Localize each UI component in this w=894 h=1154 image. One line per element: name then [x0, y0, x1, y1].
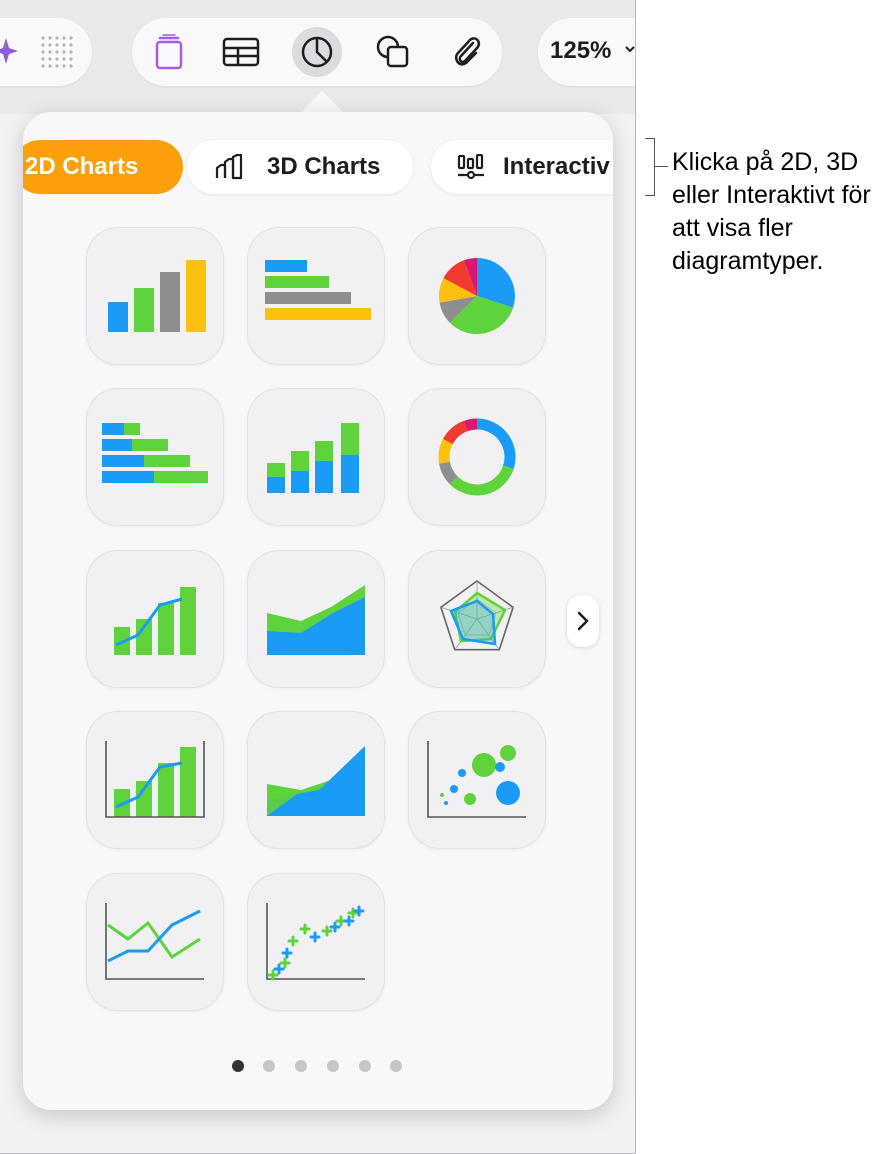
shapes-icon[interactable]: [368, 27, 418, 77]
bar-chart-tile[interactable]: [247, 227, 385, 365]
tab-3d-charts[interactable]: 3D Charts: [187, 140, 413, 194]
page-dot-5[interactable]: [359, 1060, 371, 1072]
dot-grid-icon[interactable]: [32, 27, 82, 77]
popover-arrow: [300, 91, 344, 113]
donut-chart-tile[interactable]: [408, 388, 546, 526]
left-toolbar-group: [0, 18, 92, 86]
stacked-bar-chart-tile[interactable]: [86, 388, 224, 526]
donut-chart-icon: [438, 418, 516, 496]
next-page-button[interactable]: [567, 595, 599, 647]
stacked-column-chart-icon: [267, 423, 359, 493]
page-dot-3[interactable]: [295, 1060, 307, 1072]
mixed-chart-icon: [114, 587, 196, 655]
zoom-value: 125%: [550, 37, 612, 64]
scatter-chart-tile[interactable]: [247, 873, 385, 1011]
interactive-slider-icon: [457, 154, 485, 180]
bubble-chart-tile[interactable]: [408, 711, 546, 849]
page-dot-4[interactable]: [327, 1060, 339, 1072]
table-icon[interactable]: [216, 27, 266, 77]
area-chart-tile[interactable]: [247, 550, 385, 688]
mixed-chart-tile[interactable]: [86, 550, 224, 688]
stacked-bar-chart-icon: [102, 423, 208, 483]
column-chart-icon: [108, 260, 206, 332]
tab-interactive-label: Interactiv: [503, 153, 610, 180]
column-chart-tile[interactable]: [86, 227, 224, 365]
stacked-area-chart-tile[interactable]: [247, 711, 385, 849]
chart-popover: 2D Charts 3D Charts Interactiv: [23, 112, 613, 1110]
tab-interactive[interactable]: Interactiv: [431, 140, 613, 194]
page-dot-2[interactable]: [263, 1060, 275, 1072]
page-dot-1[interactable]: [232, 1060, 244, 1072]
pie-chart-icon: [439, 258, 515, 335]
3d-bar-chart-icon: [215, 154, 243, 180]
stacked-area-chart-icon: [267, 746, 365, 816]
line-chart-icon: [105, 903, 204, 980]
callout-leader-line: [654, 166, 668, 167]
stacked-column-chart-tile[interactable]: [247, 388, 385, 526]
app-window: 125% 2D Charts 3D Charts Interactiv: [0, 0, 636, 1154]
chevron-right-icon: [577, 611, 589, 631]
radar-chart-icon: [439, 580, 515, 651]
chart-icon[interactable]: [292, 27, 342, 77]
area-chart-icon: [267, 585, 365, 655]
tab-2d-charts[interactable]: 2D Charts: [23, 140, 183, 194]
radar-chart-tile[interactable]: [408, 550, 546, 688]
tab-2d-label: 2D Charts: [25, 153, 139, 180]
callout-bracket: [645, 138, 655, 196]
page-dot-6[interactable]: [390, 1060, 402, 1072]
scatter-chart-icon: [266, 903, 365, 981]
line-chart-tile[interactable]: [86, 873, 224, 1011]
bubble-chart-icon: [427, 741, 526, 818]
ai-sparkle-icon[interactable]: [0, 27, 22, 77]
two-axis-chart-icon: [105, 741, 205, 818]
bar-chart-icon: [265, 260, 371, 320]
chevron-down-icon: [624, 42, 635, 60]
document-icon[interactable]: [144, 27, 194, 77]
callout-text: Klicka på 2D, 3D eller Interaktivt för a…: [672, 148, 871, 275]
tab-3d-label: 3D Charts: [267, 153, 381, 180]
two-axis-chart-tile[interactable]: [86, 711, 224, 849]
insert-toolbar-group: [132, 18, 502, 86]
attachment-icon[interactable]: [442, 27, 492, 77]
pie-chart-tile[interactable]: [408, 227, 546, 365]
